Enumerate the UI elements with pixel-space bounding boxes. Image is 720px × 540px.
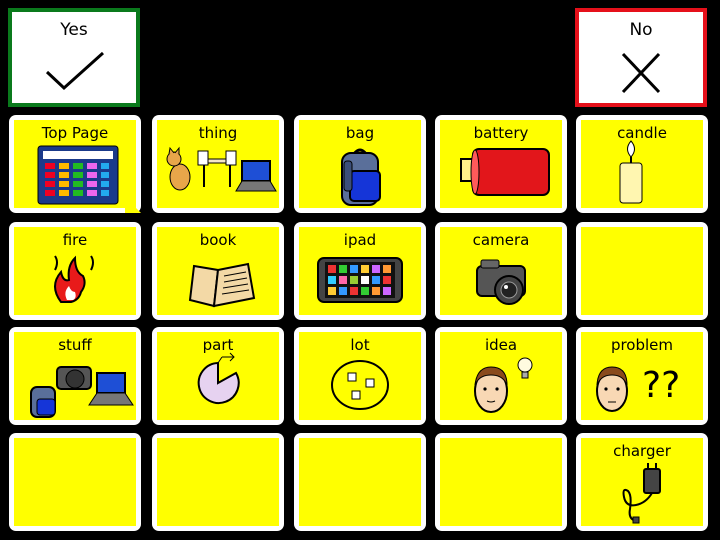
cell-top-page[interactable]: Top Page: [9, 115, 141, 213]
problem-icon: ??: [596, 365, 680, 412]
cell-stuff[interactable]: stuff: [9, 327, 141, 425]
cell-bag[interactable]: bag: [294, 115, 426, 213]
cell-empty[interactable]: [576, 222, 708, 320]
lot-icon: [331, 360, 389, 410]
cell-fire[interactable]: fire: [9, 222, 141, 320]
cell-ipad[interactable]: ipad: [294, 222, 426, 320]
checkmark-icon: [45, 51, 105, 91]
cross-icon: [621, 52, 661, 94]
cell-empty[interactable]: [435, 433, 567, 531]
yes-button[interactable]: Yes: [8, 8, 140, 107]
book-icon: [188, 262, 256, 308]
cell-book[interactable]: book: [152, 222, 284, 320]
cell-problem[interactable]: problem ??: [576, 327, 708, 425]
fire-icon: [54, 255, 94, 303]
charger-icon: [622, 463, 661, 524]
pie-part-icon: [197, 352, 240, 404]
page-fold: [125, 197, 141, 213]
cell-camera[interactable]: camera: [435, 222, 567, 320]
yes-label: Yes: [60, 20, 88, 40]
tablet-icon: [317, 257, 403, 303]
battery-icon: [460, 148, 550, 196]
svg-text:??: ??: [642, 365, 680, 406]
camera-icon: [476, 259, 526, 305]
cell-empty[interactable]: [152, 433, 284, 531]
no-label: No: [629, 20, 653, 40]
idea-icon: [474, 357, 533, 413]
cell-empty[interactable]: [294, 433, 426, 531]
backpack-icon: [341, 148, 381, 206]
candle-icon: [619, 140, 643, 204]
home-grid-icon: [37, 145, 119, 205]
things-icon: [166, 146, 277, 192]
cell-battery[interactable]: battery: [435, 115, 567, 213]
cell-candle[interactable]: candle: [576, 115, 708, 213]
cell-idea[interactable]: idea: [435, 327, 567, 425]
no-button[interactable]: No: [575, 8, 707, 107]
cell-charger[interactable]: charger: [576, 433, 708, 531]
cell-lot[interactable]: lot: [294, 327, 426, 425]
cell-part[interactable]: part: [152, 327, 284, 425]
cell-empty[interactable]: [9, 433, 141, 531]
stuff-icon: [30, 366, 134, 418]
cell-thing[interactable]: thing: [152, 115, 284, 213]
